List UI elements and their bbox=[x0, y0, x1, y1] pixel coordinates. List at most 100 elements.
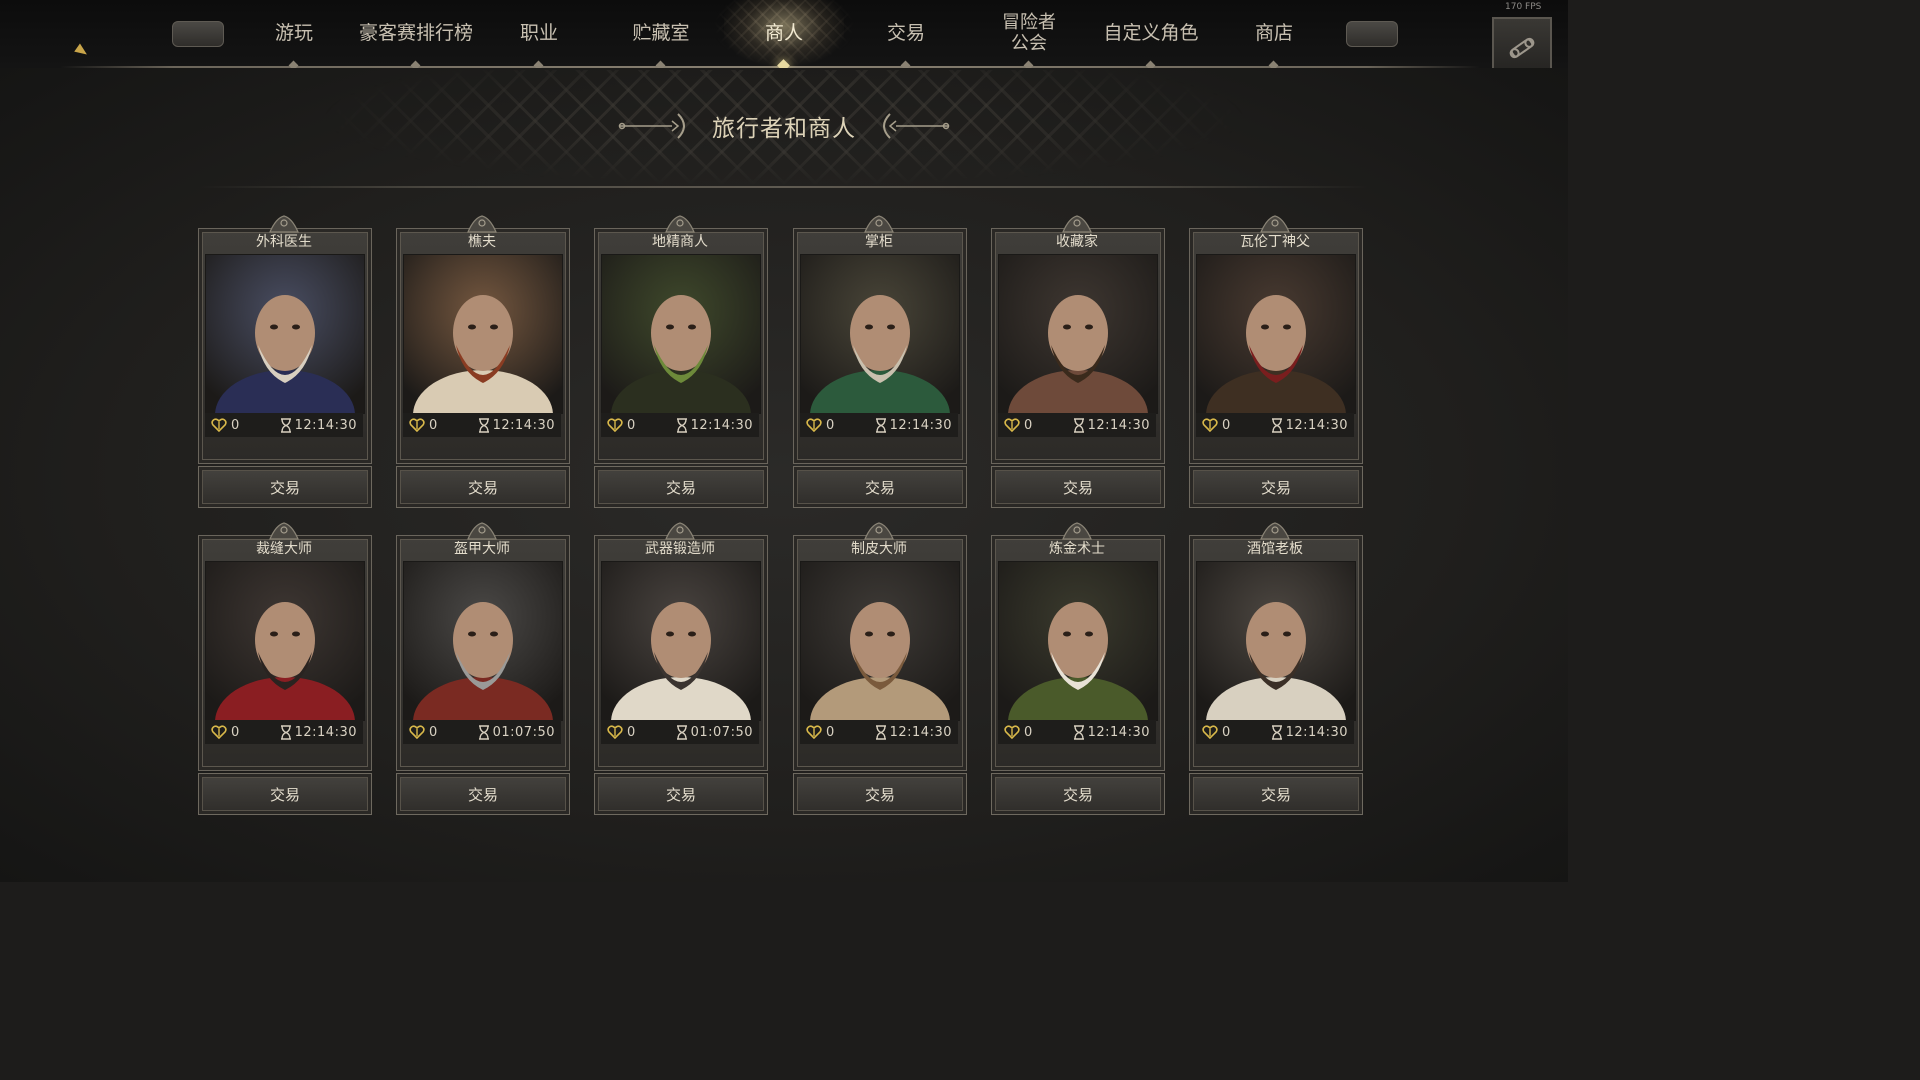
trade-button[interactable]: 交易 bbox=[198, 773, 372, 815]
merchant-portrait bbox=[205, 561, 365, 721]
tab-trade[interactable]: 交易 bbox=[846, 0, 966, 66]
merchant-portrait bbox=[601, 561, 761, 721]
merchant-name: 裁缝大师 bbox=[256, 541, 312, 557]
hourglass-icon bbox=[280, 724, 291, 740]
restock-timer: 12:14:30 bbox=[1285, 417, 1348, 433]
crest-ornament-icon bbox=[467, 522, 497, 540]
merchant-card[interactable]: 樵夫 0 12:14:30 交易 bbox=[396, 215, 570, 508]
trade-button[interactable]: 交易 bbox=[991, 466, 1165, 508]
hourglass-icon bbox=[676, 724, 687, 740]
merchant-card[interactable]: 收藏家 0 12:14:30 交易 bbox=[991, 215, 1165, 508]
merchant-name: 樵夫 bbox=[468, 234, 496, 250]
reputation-heart-icon bbox=[1004, 418, 1020, 433]
merchant-stats-bar: 0 12:14:30 bbox=[998, 413, 1156, 437]
merchant-name: 盔甲大师 bbox=[454, 541, 510, 557]
tab-merchants[interactable]: 商人 bbox=[724, 0, 844, 66]
trade-button[interactable]: 交易 bbox=[991, 773, 1165, 815]
hourglass-icon bbox=[478, 417, 489, 433]
merchant-portrait bbox=[1196, 561, 1356, 721]
tab-stash[interactable]: 贮藏室 bbox=[601, 0, 721, 66]
crest-ornament-icon bbox=[1260, 522, 1290, 540]
merchant-card[interactable]: 地精商人 0 12:14:30 交易 bbox=[594, 215, 768, 508]
trade-button[interactable]: 交易 bbox=[198, 466, 372, 508]
reputation-value: 0 bbox=[231, 417, 240, 433]
merchant-stats-bar: 0 12:14:30 bbox=[205, 720, 363, 744]
trade-button[interactable]: 交易 bbox=[396, 773, 570, 815]
restock-timer: 12:14:30 bbox=[294, 724, 357, 740]
merchant-stats-bar: 0 12:14:30 bbox=[1196, 720, 1354, 744]
trade-button[interactable]: 交易 bbox=[793, 466, 967, 508]
hourglass-icon bbox=[1271, 417, 1282, 433]
merchant-portrait bbox=[205, 254, 365, 414]
reputation-value: 0 bbox=[627, 417, 636, 433]
merchant-name: 制皮大师 bbox=[851, 541, 907, 557]
merchant-name: 收藏家 bbox=[1056, 234, 1098, 250]
merchant-stats-bar: 0 12:14:30 bbox=[998, 720, 1156, 744]
merchant-portrait bbox=[403, 561, 563, 721]
hourglass-icon bbox=[1073, 417, 1084, 433]
crest-ornament-icon bbox=[1062, 522, 1092, 540]
reputation-heart-icon bbox=[1004, 725, 1020, 740]
merchant-card[interactable]: 裁缝大师 0 12:14:30 交易 bbox=[198, 522, 372, 815]
merchant-stats-bar: 0 01:07:50 bbox=[403, 720, 561, 744]
trade-button[interactable]: 交易 bbox=[1189, 773, 1363, 815]
merchant-card[interactable]: 炼金术士 0 12:14:30 交易 bbox=[991, 522, 1165, 815]
reputation-heart-icon bbox=[1202, 418, 1218, 433]
tab-adventurer-guild-line2: 公会 bbox=[1011, 33, 1047, 54]
hourglass-icon bbox=[1073, 724, 1084, 740]
title-right-ornament bbox=[883, 113, 950, 139]
restock-timer: 12:14:30 bbox=[1087, 417, 1150, 433]
merchant-card[interactable]: 瓦伦丁神父 0 12:14:30 交易 bbox=[1189, 215, 1363, 508]
crest-ornament-icon bbox=[665, 215, 695, 233]
merchant-portrait bbox=[998, 561, 1158, 721]
reputation-heart-icon bbox=[607, 725, 623, 740]
reputation-heart-icon bbox=[409, 725, 425, 740]
merchant-card[interactable]: 酒馆老板 0 12:14:30 交易 bbox=[1189, 522, 1363, 815]
hourglass-icon bbox=[875, 724, 886, 740]
crest-ornament-icon bbox=[864, 215, 894, 233]
nav-next-button[interactable] bbox=[1346, 21, 1398, 47]
crest-ornament-icon bbox=[269, 215, 299, 233]
reputation-value: 0 bbox=[429, 724, 438, 740]
merchant-name: 武器锻造师 bbox=[645, 541, 715, 557]
reputation-heart-icon bbox=[607, 418, 623, 433]
tab-leaderboard[interactable]: 豪客赛排行榜 bbox=[356, 0, 476, 66]
tab-adventurer-guild[interactable]: 冒险者 公会 bbox=[969, 0, 1089, 66]
merchant-card[interactable]: 武器锻造师 0 01:07:50 交易 bbox=[594, 522, 768, 815]
trade-button[interactable]: 交易 bbox=[594, 773, 768, 815]
crest-ornament-icon bbox=[269, 522, 299, 540]
trade-button[interactable]: 交易 bbox=[793, 773, 967, 815]
reputation-value: 0 bbox=[826, 417, 835, 433]
restock-timer: 01:07:50 bbox=[690, 724, 753, 740]
crest-ornament-icon bbox=[1260, 215, 1290, 233]
merchant-stats-bar: 0 01:07:50 bbox=[601, 720, 759, 744]
tab-customize-character[interactable]: 自定义角色 bbox=[1091, 0, 1211, 66]
restock-timer: 12:14:30 bbox=[1285, 724, 1348, 740]
merchant-portrait bbox=[800, 561, 960, 721]
reputation-heart-icon bbox=[806, 418, 822, 433]
merchant-card[interactable]: 盔甲大师 0 01:07:50 交易 bbox=[396, 522, 570, 815]
crest-ornament-icon bbox=[864, 522, 894, 540]
reputation-value: 0 bbox=[1222, 724, 1231, 740]
hourglass-icon bbox=[478, 724, 489, 740]
restock-timer: 12:14:30 bbox=[690, 417, 753, 433]
tab-play[interactable]: 游玩 bbox=[234, 0, 354, 66]
merchant-stats-bar: 0 12:14:30 bbox=[800, 413, 958, 437]
nav-prev-button[interactable] bbox=[172, 21, 224, 47]
hourglass-icon bbox=[280, 417, 291, 433]
merchant-card[interactable]: 掌柜 0 12:14:30 交易 bbox=[793, 215, 967, 508]
fps-counter: 170 FPS bbox=[1505, 2, 1542, 12]
merchant-name: 炼金术士 bbox=[1049, 541, 1105, 557]
trade-button[interactable]: 交易 bbox=[594, 466, 768, 508]
merchant-portrait bbox=[403, 254, 563, 414]
trade-button[interactable]: 交易 bbox=[1189, 466, 1363, 508]
merchant-card[interactable]: 外科医生 0 12:14:30 交易 bbox=[198, 215, 372, 508]
title-left-ornament bbox=[618, 113, 685, 139]
tab-class[interactable]: 职业 bbox=[479, 0, 599, 66]
trade-button[interactable]: 交易 bbox=[396, 466, 570, 508]
hourglass-icon bbox=[1271, 724, 1282, 740]
restock-timer: 12:14:30 bbox=[889, 724, 952, 740]
merchant-card[interactable]: 制皮大师 0 12:14:30 交易 bbox=[793, 522, 967, 815]
tab-shop[interactable]: 商店 bbox=[1214, 0, 1334, 66]
merchant-stats-bar: 0 12:14:30 bbox=[800, 720, 958, 744]
